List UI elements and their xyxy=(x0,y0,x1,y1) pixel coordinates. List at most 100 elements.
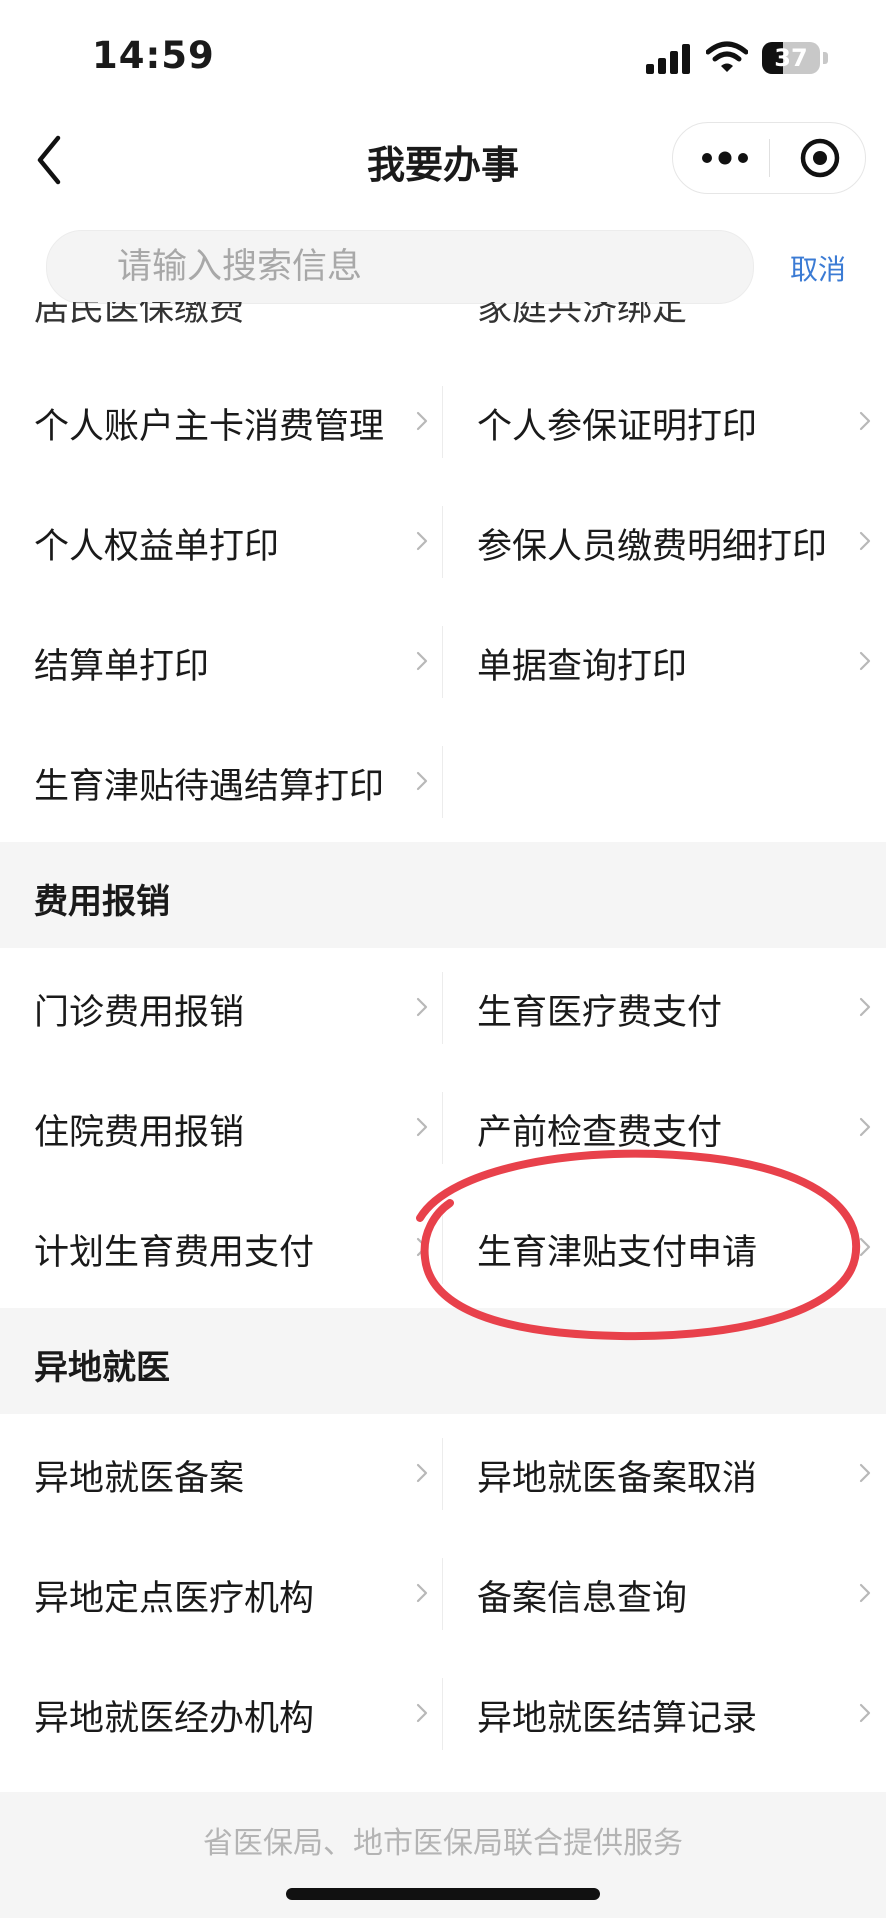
nav-bar: 我要办事 xyxy=(0,110,886,220)
service-item-label: 门诊费用报销 xyxy=(34,993,245,1033)
service-item[interactable]: 单据查询打印 xyxy=(443,602,886,722)
service-item[interactable]: 备案信息查询 xyxy=(443,1534,886,1654)
capsule-divider xyxy=(769,139,770,177)
list-row: 个人权益单打印 参保人员缴费明细打印 xyxy=(0,482,886,602)
service-item[interactable]: 生育津贴支付申请 xyxy=(443,1188,886,1308)
cutoff-item-left[interactable]: 居民医保缴费 xyxy=(34,302,244,331)
cutoff-item-right[interactable]: 家庭共济绑定 xyxy=(477,302,687,331)
chevron-right-icon xyxy=(416,1463,428,1483)
chevron-right-icon xyxy=(416,997,428,1017)
search-input[interactable] xyxy=(117,231,717,303)
wifi-icon xyxy=(706,41,748,72)
service-item[interactable]: 生育津贴待遇结算打印 xyxy=(0,722,443,842)
chevron-right-icon xyxy=(859,997,871,1017)
list-row: 异地就医经办机构 异地就医结算记录 xyxy=(0,1654,886,1774)
chevron-right-icon xyxy=(416,411,428,431)
service-item[interactable]: 生育医疗费支付 xyxy=(443,948,886,1068)
chevron-right-icon xyxy=(416,1583,428,1603)
service-item-label: 异地就医备案取消 xyxy=(477,1459,758,1499)
service-item-label: 单据查询打印 xyxy=(477,647,688,687)
column-divider xyxy=(442,1092,443,1164)
column-divider xyxy=(442,1212,443,1284)
chevron-right-icon xyxy=(859,1703,871,1723)
service-item-label: 产前检查费支付 xyxy=(477,1113,723,1153)
service-item-label: 计划生育费用支付 xyxy=(34,1233,315,1273)
chevron-right-icon xyxy=(416,1117,428,1137)
list-row: 异地定点医疗机构 备案信息查询 xyxy=(0,1534,886,1654)
cancel-button[interactable]: 取消 xyxy=(790,248,846,288)
column-divider xyxy=(442,1438,443,1510)
column-divider xyxy=(442,506,443,578)
footer-text: 省医保局、地市医保局联合提供服务 xyxy=(203,1826,683,1861)
column-divider xyxy=(442,1558,443,1630)
section-header: 费用报销 xyxy=(0,842,886,948)
list-row: 门诊费用报销 生育医疗费支付 xyxy=(0,948,886,1068)
battery-icon: 37 xyxy=(762,42,830,74)
column-divider xyxy=(442,1678,443,1750)
column-divider xyxy=(442,626,443,698)
section-header: 异地就医 xyxy=(0,1308,886,1414)
close-miniprogram-icon[interactable] xyxy=(799,137,841,179)
list-row: 异地就医备案 异地就医备案取消 xyxy=(0,1414,886,1534)
more-icon[interactable] xyxy=(701,145,749,171)
section-title: 异地就医 xyxy=(34,1348,170,1388)
chevron-right-icon xyxy=(416,1703,428,1723)
service-item[interactable]: 个人账户主卡消费管理 xyxy=(0,362,443,482)
service-item-label: 参保人员缴费明细打印 xyxy=(477,527,828,567)
miniprogram-capsule xyxy=(672,122,866,194)
home-indicator[interactable] xyxy=(286,1888,600,1900)
service-item[interactable]: 住院费用报销 xyxy=(0,1068,443,1188)
service-item[interactable]: 异地就医备案 xyxy=(0,1414,443,1534)
chevron-right-icon xyxy=(859,531,871,551)
cutoff-row: 居民医保缴费 家庭共济绑定 xyxy=(0,302,886,338)
service-item[interactable]: 个人权益单打印 xyxy=(0,482,443,602)
service-item-label: 异地就医备案 xyxy=(34,1459,245,1499)
chevron-right-icon xyxy=(859,1463,871,1483)
list-row: 住院费用报销 产前检查费支付 xyxy=(0,1068,886,1188)
chevron-right-icon xyxy=(859,1583,871,1603)
search-bar xyxy=(46,230,754,304)
column-divider xyxy=(442,746,443,818)
service-item[interactable]: 异地就医备案取消 xyxy=(443,1414,886,1534)
service-item-label: 生育津贴待遇结算打印 xyxy=(34,767,385,807)
service-list: 居民医保缴费 家庭共济绑定 个人账户主卡消费管理 个人参保证明打印 个人权益单打印 参… xyxy=(0,302,886,1792)
service-item-label: 生育医疗费支付 xyxy=(477,993,723,1033)
footer: 省医保局、地市医保局联合提供服务 xyxy=(0,1792,886,1918)
chevron-right-icon xyxy=(416,771,428,791)
service-item[interactable]: 结算单打印 xyxy=(0,602,443,722)
service-item[interactable]: 门诊费用报销 xyxy=(0,948,443,1068)
chevron-right-icon xyxy=(416,651,428,671)
status-time: 14:59 xyxy=(92,34,215,77)
chevron-right-icon xyxy=(416,531,428,551)
list-row: 计划生育费用支付 生育津贴支付申请 xyxy=(0,1188,886,1308)
service-item xyxy=(443,722,886,842)
service-item-label: 异地就医结算记录 xyxy=(477,1699,758,1739)
service-item[interactable]: 异地定点医疗机构 xyxy=(0,1534,443,1654)
service-item[interactable]: 异地就医结算记录 xyxy=(443,1654,886,1774)
chevron-right-icon xyxy=(416,1237,428,1257)
chevron-right-icon xyxy=(859,651,871,671)
service-item[interactable]: 产前检查费支付 xyxy=(443,1068,886,1188)
service-item-label: 结算单打印 xyxy=(34,647,210,687)
service-item-label: 异地就医经办机构 xyxy=(34,1699,315,1739)
service-item[interactable]: 参保人员缴费明细打印 xyxy=(443,482,886,602)
service-item-label: 个人账户主卡消费管理 xyxy=(34,407,385,447)
service-item-label: 住院费用报销 xyxy=(34,1113,245,1153)
service-item-label: 生育津贴支付申请 xyxy=(477,1233,758,1273)
service-item-label: 个人参保证明打印 xyxy=(477,407,758,447)
chevron-right-icon xyxy=(859,1117,871,1137)
service-item[interactable]: 异地就医经办机构 xyxy=(0,1654,443,1774)
list-row: 生育津贴待遇结算打印 xyxy=(0,722,886,842)
battery-level: 37 xyxy=(774,44,808,72)
chevron-right-icon xyxy=(859,1237,871,1257)
chevron-right-icon xyxy=(859,411,871,431)
service-item-label: 异地定点医疗机构 xyxy=(34,1579,315,1619)
cellular-signal-icon xyxy=(646,44,690,74)
column-divider xyxy=(442,386,443,458)
status-bar: 14:59 37 xyxy=(0,0,886,110)
list-row: 个人账户主卡消费管理 个人参保证明打印 xyxy=(0,362,886,482)
service-item[interactable]: 个人参保证明打印 xyxy=(443,362,886,482)
column-divider xyxy=(442,972,443,1044)
section-title: 费用报销 xyxy=(34,882,170,922)
service-item[interactable]: 计划生育费用支付 xyxy=(0,1188,443,1308)
